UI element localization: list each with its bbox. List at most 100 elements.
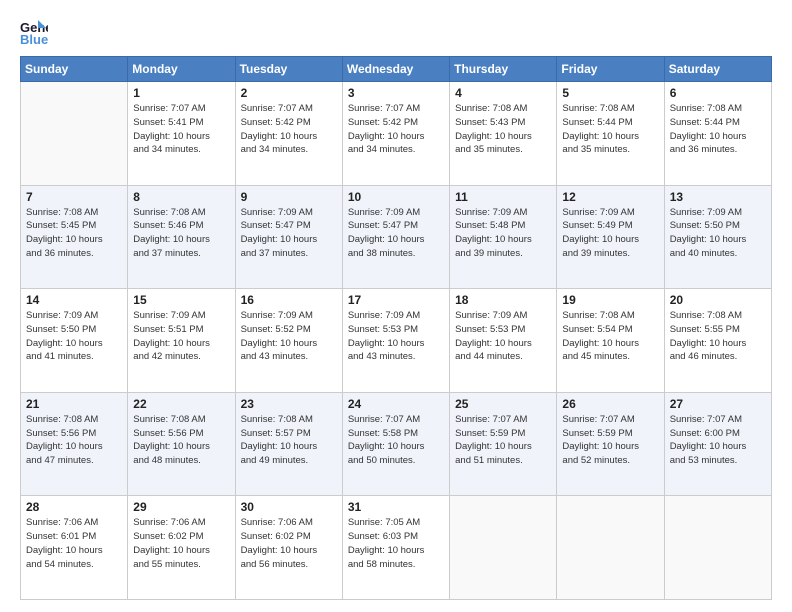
day-number: 13 [670, 190, 766, 204]
calendar-row-1: 1Sunrise: 7:07 AM Sunset: 5:41 PM Daylig… [21, 82, 772, 186]
day-info: Sunrise: 7:07 AM Sunset: 5:58 PM Dayligh… [348, 413, 444, 468]
day-number: 30 [241, 500, 337, 514]
calendar-cell: 21 Sunrise: 7:08 AM Sunset: 5:56 PM Dayli… [21, 392, 128, 496]
calendar-cell: 6Sunrise: 7:08 AM Sunset: 5:44 PM Daylig… [664, 82, 771, 186]
calendar-cell: 18 Sunrise: 7:09 AM Sunset: 5:53 PM Dayli… [450, 289, 557, 393]
calendar-row-5: 28Sunrise: 7:06 AM Sunset: 6:01 PM Dayli… [21, 496, 772, 600]
day-number: 27 [670, 397, 766, 411]
logo: General Blue [20, 18, 52, 46]
calendar-cell: 15 Sunrise: 7:09 AM Sunset: 5:51 PM Dayli… [128, 289, 235, 393]
calendar-cell: 25 Sunrise: 7:07 AM Sunset: 5:59 PM Dayli… [450, 392, 557, 496]
day-info: Sunrise: 7:09 AM Sunset: 5:50 PM Dayligh… [670, 206, 766, 261]
calendar-cell [557, 496, 664, 600]
calendar-table: SundayMondayTuesdayWednesdayThursdayFrid… [20, 56, 772, 600]
day-number: 15 [133, 293, 229, 307]
day-number: 7 [26, 190, 122, 204]
calendar-cell: 17 Sunrise: 7:09 AM Sunset: 5:53 PM Dayli… [342, 289, 449, 393]
day-info: Sunrise: 7:08 AM Sunset: 5:44 PM Dayligh… [562, 102, 658, 157]
calendar-body: 1Sunrise: 7:07 AM Sunset: 5:41 PM Daylig… [21, 82, 772, 600]
calendar-cell [664, 496, 771, 600]
day-number: 6 [670, 86, 766, 100]
day-info: Sunrise: 7:08 AM Sunset: 5:54 PM Dayligh… [562, 309, 658, 364]
day-number: 16 [241, 293, 337, 307]
day-info: Sunrise: 7:05 AM Sunset: 6:03 PM Dayligh… [348, 516, 444, 571]
day-info: Sunrise: 7:09 AM Sunset: 5:47 PM Dayligh… [241, 206, 337, 261]
day-number: 25 [455, 397, 551, 411]
calendar-row-3: 14 Sunrise: 7:09 AM Sunset: 5:50 PM Dayli… [21, 289, 772, 393]
calendar-row-4: 21 Sunrise: 7:08 AM Sunset: 5:56 PM Dayli… [21, 392, 772, 496]
calendar-cell: 22Sunrise: 7:08 AM Sunset: 5:56 PM Dayli… [128, 392, 235, 496]
weekday-header-tuesday: Tuesday [235, 57, 342, 82]
calendar-cell: 5 Sunrise: 7:08 AM Sunset: 5:44 PM Daylig… [557, 82, 664, 186]
day-info: Sunrise: 7:08 AM Sunset: 5:57 PM Dayligh… [241, 413, 337, 468]
calendar-cell: 7Sunrise: 7:08 AM Sunset: 5:45 PM Daylig… [21, 185, 128, 289]
calendar-cell: 1Sunrise: 7:07 AM Sunset: 5:41 PM Daylig… [128, 82, 235, 186]
calendar-header-row: SundayMondayTuesdayWednesdayThursdayFrid… [21, 57, 772, 82]
calendar-cell: 23 Sunrise: 7:08 AM Sunset: 5:57 PM Dayli… [235, 392, 342, 496]
day-info: Sunrise: 7:09 AM Sunset: 5:53 PM Dayligh… [348, 309, 444, 364]
day-number: 11 [455, 190, 551, 204]
day-info: Sunrise: 7:06 AM Sunset: 6:02 PM Dayligh… [241, 516, 337, 571]
day-number: 20 [670, 293, 766, 307]
day-number: 2 [241, 86, 337, 100]
weekday-header-sunday: Sunday [21, 57, 128, 82]
day-info: Sunrise: 7:09 AM Sunset: 5:53 PM Dayligh… [455, 309, 551, 364]
day-number: 18 [455, 293, 551, 307]
weekday-header-saturday: Saturday [664, 57, 771, 82]
calendar-cell: 8Sunrise: 7:08 AM Sunset: 5:46 PM Daylig… [128, 185, 235, 289]
calendar-cell: 27 Sunrise: 7:07 AM Sunset: 6:00 PM Dayli… [664, 392, 771, 496]
day-number: 17 [348, 293, 444, 307]
calendar-cell: 11 Sunrise: 7:09 AM Sunset: 5:48 PM Dayli… [450, 185, 557, 289]
calendar-cell: 20 Sunrise: 7:08 AM Sunset: 5:55 PM Dayli… [664, 289, 771, 393]
calendar-cell: 16 Sunrise: 7:09 AM Sunset: 5:52 PM Dayli… [235, 289, 342, 393]
day-info: Sunrise: 7:08 AM Sunset: 5:56 PM Dayligh… [26, 413, 122, 468]
calendar-cell: 10Sunrise: 7:09 AM Sunset: 5:47 PM Dayli… [342, 185, 449, 289]
calendar-cell: 29Sunrise: 7:06 AM Sunset: 6:02 PM Dayli… [128, 496, 235, 600]
day-info: Sunrise: 7:09 AM Sunset: 5:51 PM Dayligh… [133, 309, 229, 364]
day-info: Sunrise: 7:08 AM Sunset: 5:56 PM Dayligh… [133, 413, 229, 468]
day-number: 21 [26, 397, 122, 411]
calendar-cell: 13 Sunrise: 7:09 AM Sunset: 5:50 PM Dayli… [664, 185, 771, 289]
day-info: Sunrise: 7:09 AM Sunset: 5:50 PM Dayligh… [26, 309, 122, 364]
day-info: Sunrise: 7:09 AM Sunset: 5:52 PM Dayligh… [241, 309, 337, 364]
day-info: Sunrise: 7:07 AM Sunset: 5:59 PM Dayligh… [562, 413, 658, 468]
svg-text:Blue: Blue [20, 32, 48, 46]
day-number: 5 [562, 86, 658, 100]
day-info: Sunrise: 7:09 AM Sunset: 5:48 PM Dayligh… [455, 206, 551, 261]
calendar-cell [21, 82, 128, 186]
calendar-cell: 3 Sunrise: 7:07 AM Sunset: 5:42 PM Daylig… [342, 82, 449, 186]
weekday-header-thursday: Thursday [450, 57, 557, 82]
calendar-cell: 14 Sunrise: 7:09 AM Sunset: 5:50 PM Dayli… [21, 289, 128, 393]
day-info: Sunrise: 7:07 AM Sunset: 5:42 PM Dayligh… [348, 102, 444, 157]
day-number: 3 [348, 86, 444, 100]
day-number: 1 [133, 86, 229, 100]
day-number: 29 [133, 500, 229, 514]
weekday-header-wednesday: Wednesday [342, 57, 449, 82]
calendar-cell: 26 Sunrise: 7:07 AM Sunset: 5:59 PM Dayli… [557, 392, 664, 496]
day-info: Sunrise: 7:07 AM Sunset: 5:42 PM Dayligh… [241, 102, 337, 157]
calendar-cell: 19Sunrise: 7:08 AM Sunset: 5:54 PM Dayli… [557, 289, 664, 393]
calendar-cell: 12Sunrise: 7:09 AM Sunset: 5:49 PM Dayli… [557, 185, 664, 289]
calendar-cell: 4Sunrise: 7:08 AM Sunset: 5:43 PM Daylig… [450, 82, 557, 186]
calendar-cell: 9 Sunrise: 7:09 AM Sunset: 5:47 PM Daylig… [235, 185, 342, 289]
day-number: 4 [455, 86, 551, 100]
day-info: Sunrise: 7:08 AM Sunset: 5:55 PM Dayligh… [670, 309, 766, 364]
logo-icon: General Blue [20, 18, 48, 46]
calendar-cell: 31 Sunrise: 7:05 AM Sunset: 6:03 PM Dayli… [342, 496, 449, 600]
weekday-header-friday: Friday [557, 57, 664, 82]
calendar-cell: 2 Sunrise: 7:07 AM Sunset: 5:42 PM Daylig… [235, 82, 342, 186]
page: General Blue SundayMondayTuesdayWednesda… [0, 0, 792, 612]
day-info: Sunrise: 7:07 AM Sunset: 6:00 PM Dayligh… [670, 413, 766, 468]
day-info: Sunrise: 7:07 AM Sunset: 5:59 PM Dayligh… [455, 413, 551, 468]
day-number: 28 [26, 500, 122, 514]
day-number: 23 [241, 397, 337, 411]
weekday-header-monday: Monday [128, 57, 235, 82]
day-number: 26 [562, 397, 658, 411]
day-number: 14 [26, 293, 122, 307]
day-number: 31 [348, 500, 444, 514]
calendar-cell: 30 Sunrise: 7:06 AM Sunset: 6:02 PM Dayli… [235, 496, 342, 600]
day-number: 10 [348, 190, 444, 204]
day-number: 9 [241, 190, 337, 204]
day-number: 24 [348, 397, 444, 411]
day-info: Sunrise: 7:08 AM Sunset: 5:46 PM Dayligh… [133, 206, 229, 261]
